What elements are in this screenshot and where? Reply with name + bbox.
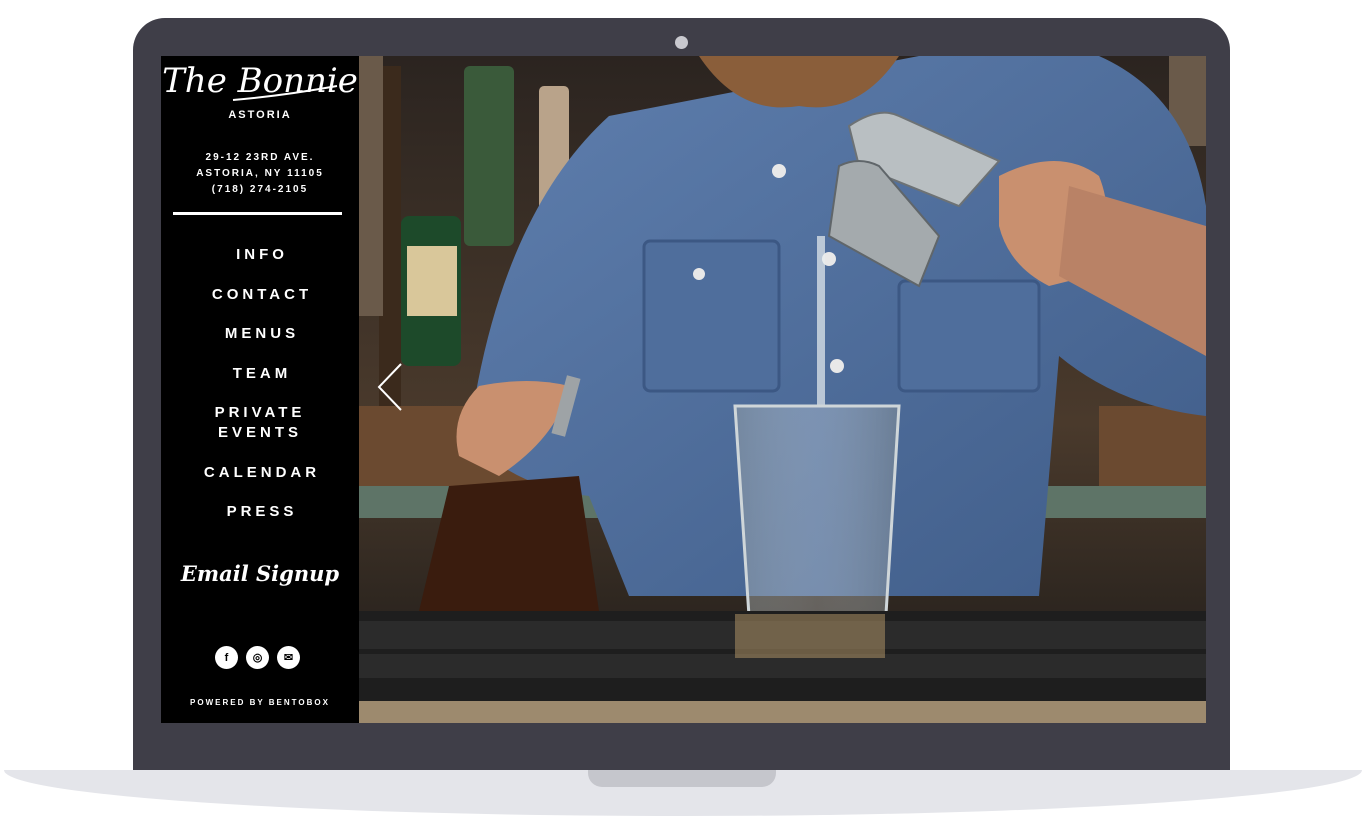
email-icon[interactable]: ✉ (277, 646, 300, 669)
nav-item-info[interactable]: INFO (161, 245, 359, 265)
browser-viewport: The Bonnie ASTORIA 29-12 23RD AVE. ASTOR… (161, 56, 1206, 723)
phone-number[interactable]: (718) 274-2105 (161, 182, 359, 198)
nav-item-calendar[interactable]: CALENDAR (161, 463, 359, 483)
social-links: f ◎ ✉ (215, 646, 300, 669)
nav-item-press[interactable]: PRESS (161, 502, 359, 522)
address-line: 29-12 23RD AVE. (205, 152, 315, 163)
address-block: 29-12 23RD AVE. ASTORIA, NY 11105 (718) … (161, 150, 359, 198)
camera-icon (675, 36, 688, 49)
main-nav: INFO CONTACT MENUS TEAM PRIVATE EVENTS C… (161, 245, 359, 542)
svg-text:The Bonnie: The Bonnie (162, 61, 358, 101)
laptop-notch (588, 770, 776, 787)
location-label: ASTORIA (228, 109, 292, 121)
bartender-photo (359, 56, 1206, 723)
brand-logo[interactable]: The Bonnie (161, 56, 359, 108)
powered-by-link[interactable]: POWERED BY BENTOBOX (161, 698, 359, 707)
nav-item-contact[interactable]: CONTACT (161, 285, 359, 305)
email-signup-link[interactable]: Email Signup (161, 561, 359, 586)
chevron-left-icon[interactable] (375, 362, 405, 412)
facebook-icon[interactable]: f (215, 646, 238, 669)
instagram-icon[interactable]: ◎ (246, 646, 269, 669)
nav-item-private-events[interactable]: PRIVATE EVENTS (201, 403, 319, 443)
nav-item-team[interactable]: TEAM (161, 364, 359, 384)
address-line: ASTORIA, NY 11105 (196, 168, 324, 179)
sidebar: The Bonnie ASTORIA 29-12 23RD AVE. ASTOR… (161, 56, 359, 723)
divider (173, 212, 342, 215)
nav-item-menus[interactable]: MENUS (161, 324, 359, 344)
hero-image (359, 56, 1206, 723)
